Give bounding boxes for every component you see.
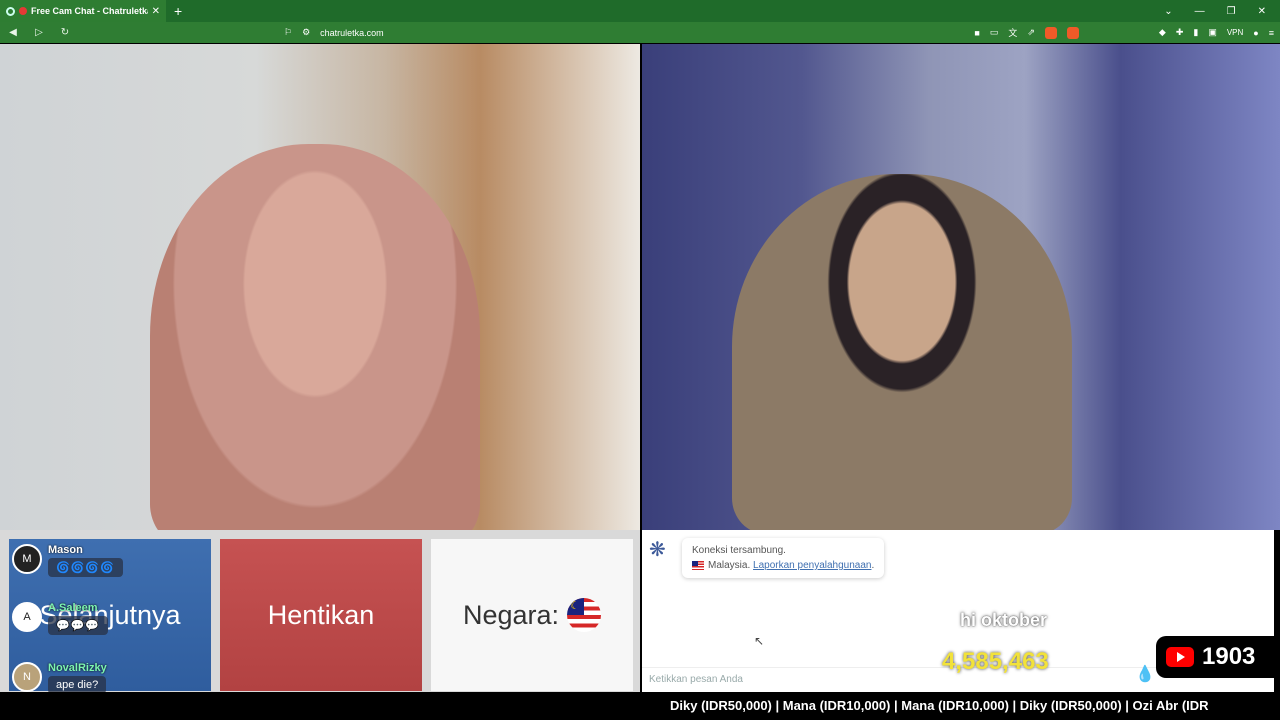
overlay-chat-text: 💬💬💬 (48, 616, 109, 635)
overlay-chat-message: A A.Saleem 💬💬💬 (12, 602, 109, 635)
tab-title: Free Cam Chat - Chatruletka (31, 6, 148, 16)
profile-icon[interactable]: ● (1253, 28, 1258, 38)
menu-icon[interactable]: ≡ (1269, 28, 1274, 38)
overlay-chat-user: Mason (48, 544, 83, 556)
extension-icon[interactable]: ◆ (1159, 27, 1166, 38)
sidebar-icon[interactable]: ▮ (1193, 27, 1198, 38)
donation-ticker: Diky (IDR50,000) | Mana (IDR10,000) | Ma… (0, 692, 1280, 720)
caption-text: hi oktober (960, 610, 1048, 630)
translate-icon[interactable]: 文 (1008, 26, 1017, 39)
camera-icon[interactable]: ■ (974, 28, 979, 38)
avatar: N (12, 662, 42, 692)
recording-dot-icon (19, 7, 27, 15)
minimize-button[interactable]: — (1195, 6, 1205, 17)
close-window-button[interactable]: ✕ (1258, 6, 1266, 17)
avatar: A (12, 602, 42, 632)
address-bar[interactable]: ⚐ ⚙ chatruletka.com (284, 27, 384, 38)
cast-icon[interactable]: ▭ (990, 27, 999, 38)
site-info-icon[interactable]: ⚙ (302, 27, 310, 38)
connection-status: Koneksi tersambung. (692, 545, 786, 556)
chatruletka-favicon-icon (6, 6, 15, 16)
url-text: chatruletka.com (320, 27, 384, 38)
country-name: Malaysia. (708, 560, 751, 571)
new-tab-button[interactable]: + (166, 3, 190, 19)
ticker-text: Diky (IDR50,000) | Mana (IDR10,000) | Ma… (670, 698, 1209, 713)
forward-icon[interactable]: ▷ (32, 27, 46, 38)
malaysia-mini-flag-icon (692, 560, 704, 570)
browser-toolbar: ◀ ▷ ↻ ⚐ ⚙ chatruletka.com ■ ▭ 文 ⇗ ◆ ✚ ▮ … (0, 22, 1280, 43)
water-drop-icon: 💧 (1135, 666, 1155, 683)
remote-video-feed (642, 44, 1280, 530)
system-message: Koneksi tersambung. Malaysia. Laporkan p… (682, 538, 885, 578)
viewer-count: 1903 (1202, 643, 1256, 670)
mouse-cursor-icon: ↖ (754, 634, 765, 648)
overlay-chat-message: M Mason 🌀🌀🌀🌀 (12, 544, 123, 577)
share-icon[interactable]: ⇗ (1027, 27, 1035, 38)
avatar: M (12, 544, 42, 574)
country-button[interactable]: Negara: (431, 539, 633, 691)
tab-close-icon[interactable]: ✕ (152, 6, 160, 17)
local-video-feed (0, 44, 640, 530)
brave-shield-icon[interactable] (1044, 26, 1057, 39)
overlay-chat-message: N NovalRizky ape die? (12, 662, 107, 694)
browser-tab[interactable]: Free Cam Chat - Chatruletka ✕ (0, 0, 166, 22)
country-label: Negara: (462, 599, 560, 630)
window-controls: ⌄ — ❐ ✕ (1164, 6, 1280, 17)
bookmark-icon[interactable]: ⚐ (284, 27, 292, 38)
overlay-chat-user: NovalRizky (48, 662, 107, 674)
toolbar-extensions: ■ ▭ 文 ⇗ ◆ ✚ ▮ ▣ VPN ● ≡ (974, 26, 1274, 39)
tab-search-icon[interactable]: ⌄ (1164, 6, 1172, 17)
brave-rewards-icon[interactable] (1066, 26, 1079, 39)
local-person-silhouette (150, 144, 480, 530)
youtube-icon (1166, 647, 1194, 667)
reload-icon[interactable]: ↻ (58, 27, 72, 38)
back-icon[interactable]: ◀ (6, 27, 20, 38)
remote-person-silhouette (732, 174, 1072, 530)
stream-overlay-chat: M Mason 🌀🌀🌀🌀 A A.Saleem 💬💬💬 N NovalRizky… (12, 540, 212, 700)
overlay-chat-user: A.Saleem (48, 602, 98, 614)
browser-tab-bar: Free Cam Chat - Chatruletka ✕ + ⌄ — ❐ ✕ (0, 0, 1280, 22)
puzzle-icon[interactable]: ✚ (1176, 27, 1184, 38)
restore-button[interactable]: ❐ (1227, 6, 1236, 17)
overlay-chat-text: 🌀🌀🌀🌀 (48, 558, 123, 577)
vpn-button[interactable]: VPN (1227, 28, 1243, 37)
malaysia-flag-icon (567, 598, 602, 632)
report-abuse-link[interactable]: Laporkan penyalahgunaan (753, 560, 871, 571)
youtube-viewer-badge: 1903 (1156, 636, 1280, 678)
stop-button[interactable]: Hentikan (220, 539, 422, 691)
wallet-icon[interactable]: ▣ (1208, 27, 1217, 38)
country-line: Malaysia. Laporkan penyalahgunaan. (692, 558, 874, 573)
chatruletka-logo-icon: ❋ (649, 539, 666, 561)
counter-text: 4,585,463 (942, 648, 1049, 675)
